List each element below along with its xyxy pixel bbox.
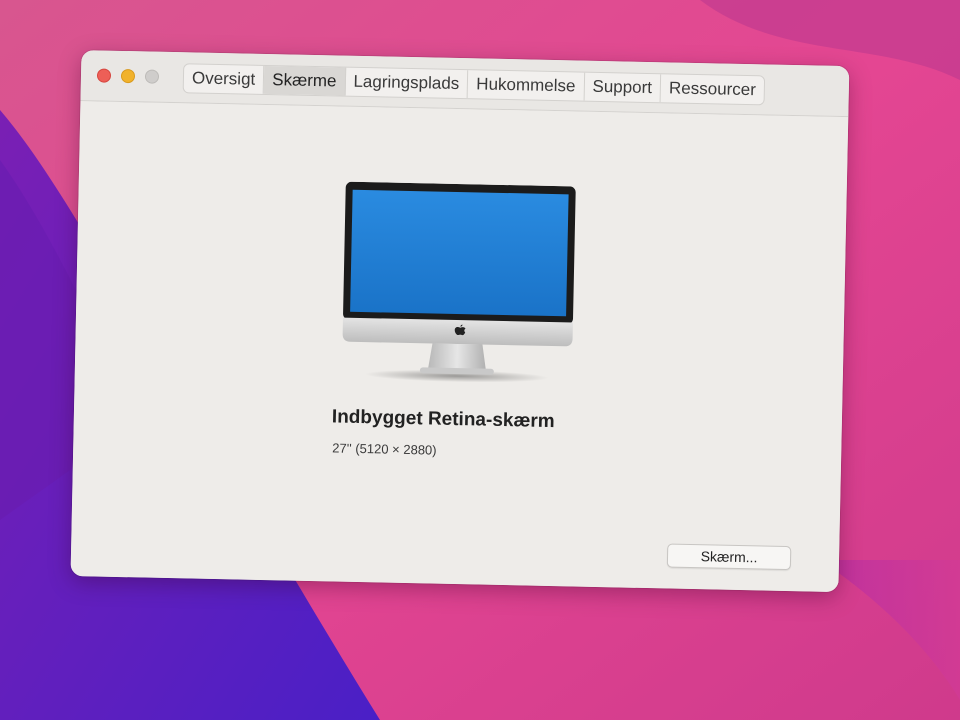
minimize-window-button[interactable] xyxy=(120,68,136,84)
imac-icon xyxy=(342,181,576,383)
close-window-button[interactable] xyxy=(96,68,112,83)
display-name: Indbygget Retina-skærm xyxy=(331,406,555,433)
zoom-window-button[interactable] xyxy=(144,69,160,84)
tab-bar: Oversigt Skærme Lagringsplads Hukommelse… xyxy=(182,63,766,106)
tab-oversigt[interactable]: Oversigt xyxy=(183,64,265,94)
displays-pane: Indbygget Retina-skærm 27'' (5120 × 2880… xyxy=(70,101,849,593)
display-resolution: 27'' (5120 × 2880) xyxy=(332,440,437,458)
tab-hukommelse[interactable]: Hukommelse xyxy=(467,70,585,101)
tab-lagringsplads[interactable]: Lagringsplads xyxy=(345,67,469,99)
tab-ressourcer[interactable]: Ressourcer xyxy=(661,74,764,104)
tab-skaerme[interactable]: Skærme xyxy=(263,65,346,96)
about-this-mac-window: Oversigt Skærme Lagringsplads Hukommelse… xyxy=(70,50,850,593)
display-settings-button[interactable]: Skærm... xyxy=(666,543,792,571)
tab-support[interactable]: Support xyxy=(584,72,662,103)
